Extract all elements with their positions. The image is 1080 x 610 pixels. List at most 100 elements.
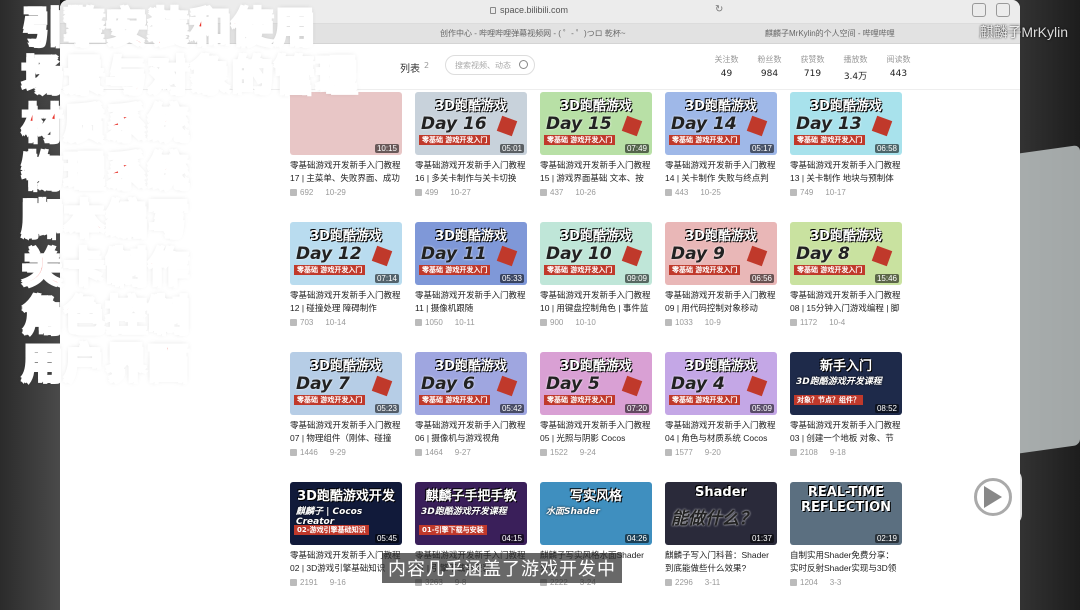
video-title[interactable]: 自制实用Shader免费分享：实时反射Shader实现与3D领域 bbox=[790, 549, 902, 575]
video-thumbnail[interactable]: 3D跑酷游戏 Day 16 零基础 游戏开发入门 05:01 bbox=[415, 92, 527, 155]
video-card[interactable]: 3D跑酷游戏 Day 6 零基础 游戏开发入门 05:42 零基础游戏开发新手入门教程0… bbox=[415, 352, 527, 457]
video-meta: 749 10-17 bbox=[790, 188, 902, 197]
video-title[interactable]: 零基础游戏开发新手入门教程16 | 多关卡制作与关卡切换 bbox=[415, 159, 527, 185]
video-title[interactable]: 零基础游戏开发新手入门教程08 | 15分钟入门游戏编程 | 脚 bbox=[790, 289, 902, 315]
video-thumbnail[interactable]: 新手入门 3D跑酷游戏开发课程 对象？节点？组件？ 08:52 bbox=[790, 352, 902, 415]
video-thumbnail[interactable]: 3D跑酷游戏 Day 15 零基础 游戏开发入门 07:49 bbox=[540, 92, 652, 155]
video-thumbnail[interactable]: Shader 能做什么？ 01:37 bbox=[665, 482, 777, 545]
video-thumbnail[interactable]: 3D跑酷游戏 Day 5 零基础 游戏开发入门 07:20 bbox=[540, 352, 652, 415]
address-bar[interactable]: space.bilibili.com bbox=[490, 5, 568, 15]
tab-creator-center[interactable]: 创作中心 - 哔哩哔哩弹幕视频网 - ( ゜- ゜)つロ 乾杯~ bbox=[440, 28, 690, 39]
video-card[interactable]: 3D跑酷游戏 Day 5 零基础 游戏开发入门 07:20 零基础游戏开发新手入门教程0… bbox=[540, 352, 652, 457]
overlay-line: 引擎安装和使用 bbox=[21, 4, 316, 52]
publish-date: 9-29 bbox=[329, 448, 346, 457]
video-card[interactable]: 3D跑酷游戏 Day 11 零基础 游戏开发入门 05:33 零基础游戏开发新手入门教程… bbox=[415, 222, 527, 327]
stat-label: 获赞数 bbox=[800, 55, 825, 64]
play-count: 2191 bbox=[300, 578, 318, 587]
video-card[interactable]: 3D跑酷游戏 Day 16 零基础 游戏开发入门 05:01 零基础游戏开发新手入门教程… bbox=[415, 92, 527, 197]
publish-date: 9-20 bbox=[704, 448, 721, 457]
play-count: 2296 bbox=[675, 578, 693, 587]
play-count-icon bbox=[415, 189, 422, 196]
video-meta: 1464 9-27 bbox=[415, 448, 527, 457]
video-card[interactable]: 3D跑酷游戏 Day 14 零基础 游戏开发入门 05:17 零基础游戏开发新手入门教程… bbox=[665, 92, 777, 197]
video-subtitle: 内容几乎涵盖了游戏开发中 bbox=[382, 553, 622, 583]
thumbnail-subtitle: 零基础 游戏开发入门 bbox=[669, 265, 741, 275]
video-title[interactable]: 零基础游戏开发新手入门教程11 | 摄像机跟随 bbox=[415, 289, 527, 315]
video-meta: 1050 10-11 bbox=[415, 318, 527, 327]
video-thumbnail[interactable]: 3D跑酷游戏 Day 4 零基础 游戏开发入门 05:09 bbox=[665, 352, 777, 415]
video-card[interactable]: 3D跑酷游戏 Day 15 零基础 游戏开发入门 07:49 零基础游戏开发新手入门教程… bbox=[540, 92, 652, 197]
play-count-icon bbox=[665, 579, 672, 586]
video-card[interactable]: 3D跑酷游戏 Day 10 零基础 游戏开发入门 09:09 零基础游戏开发新手入门教程… bbox=[540, 222, 652, 327]
stat-2[interactable]: 获赞数 719 bbox=[794, 54, 831, 82]
video-title[interactable]: 麒麟子写入门科普：Shader到底能做些什么效果? bbox=[665, 549, 777, 575]
video-card[interactable]: 3D跑酷游戏 Day 4 零基础 游戏开发入门 05:09 零基础游戏开发新手入门教程0… bbox=[665, 352, 777, 457]
thumbnail-title: REAL-TIME REFLECTION bbox=[800, 485, 892, 515]
video-thumbnail[interactable]: 3D跑酷游戏 Day 14 零基础 游戏开发入门 05:17 bbox=[665, 92, 777, 155]
thumbnail-title: Shader bbox=[695, 485, 747, 500]
video-card[interactable]: 新手入门 3D跑酷游戏开发课程 对象？节点？组件？ 08:52 零基础游戏开发新手入门教… bbox=[790, 352, 902, 457]
thumbnail-subtitle: 零基础 游戏开发入门 bbox=[544, 395, 616, 405]
thumbnail-day: Day 9 bbox=[671, 244, 725, 264]
video-duration: 15:46 bbox=[874, 274, 899, 283]
thumbnail-title: 3D跑酷游戏开发 bbox=[297, 489, 395, 504]
cube-graphic bbox=[746, 115, 768, 137]
stat-label: 播放数 bbox=[843, 55, 868, 64]
video-thumbnail[interactable]: 麒麟子手把手教 3D跑酷游戏开发课程 01-引擎下载与安装 04:15 bbox=[415, 482, 527, 545]
play-icon bbox=[984, 486, 1002, 508]
video-thumbnail[interactable]: 3D跑酷游戏 Day 6 零基础 游戏开发入门 05:42 bbox=[415, 352, 527, 415]
video-card[interactable]: Shader 能做什么？ 01:37 麒麟子写入门科普：Shader到底能做些什么效果… bbox=[665, 482, 777, 587]
video-card[interactable]: 3D跑酷游戏 Day 9 零基础 游戏开发入门 06:56 零基础游戏开发新手入门教程0… bbox=[665, 222, 777, 327]
thumbnail-day: 水面Shader bbox=[546, 507, 600, 517]
video-thumbnail[interactable]: 3D跑酷游戏开发 麒麟子 | Cocos Creator 02-游戏引擎基础知识 05… bbox=[290, 482, 402, 545]
video-meta: 2108 9-18 bbox=[790, 448, 902, 457]
video-thumbnail[interactable]: 3D跑酷游戏 Day 8 零基础 游戏开发入门 15:46 bbox=[790, 222, 902, 285]
video-thumbnail[interactable]: 3D跑酷游戏 Day 13 零基础 游戏开发入门 06:58 bbox=[790, 92, 902, 155]
video-title[interactable]: 零基础游戏开发新手入门教程13 | 关卡制作 地块与预制体 bbox=[790, 159, 902, 185]
video-title[interactable]: 零基础游戏开发新手入门教程07 | 物理组件（刚体、碰撞 bbox=[290, 419, 402, 445]
search-icon[interactable] bbox=[519, 60, 528, 69]
search-input[interactable]: 搜索视频、动态 bbox=[445, 55, 535, 75]
video-title[interactable]: 零基础游戏开发新手入门教程03 | 创建一个地板 对象、节 bbox=[790, 419, 902, 445]
play-count: 1522 bbox=[550, 448, 568, 457]
stat-value: 49 bbox=[720, 69, 733, 79]
overlay-line: 场景与对象的管理 bbox=[21, 52, 358, 100]
stat-3[interactable]: 播放数 3.4万 bbox=[837, 54, 874, 82]
video-title[interactable]: 零基础游戏开发新手入门教程04 | 角色与材质系统 Cocos bbox=[665, 419, 777, 445]
tab-user-space[interactable]: 麒麟子MrKylin的个人空间 - 哔哩哔哩 bbox=[765, 28, 945, 39]
thumbnail-day: Day 15 bbox=[546, 114, 612, 134]
stat-value: 719 bbox=[803, 69, 822, 79]
video-card[interactable]: 3D跑酷游戏 Day 13 零基础 游戏开发入门 06:58 零基础游戏开发新手入门教程… bbox=[790, 92, 902, 197]
video-title[interactable]: 零基础游戏开发新手入门教程10 | 用键盘控制角色 | 事件监 bbox=[540, 289, 652, 315]
thumbnail-subtitle: 零基础 游戏开发入门 bbox=[544, 135, 616, 145]
tab-list[interactable]: 列表 2 bbox=[400, 60, 429, 75]
cube-graphic bbox=[871, 245, 893, 267]
publish-date: 10-11 bbox=[454, 318, 475, 327]
video-title[interactable]: 零基础游戏开发新手入门教程05 | 光照与阴影 Cocos bbox=[540, 419, 652, 445]
video-thumbnail[interactable]: REAL-TIME REFLECTION 02:19 bbox=[790, 482, 902, 545]
video-title[interactable]: 零基础游戏开发新手入门教程14 | 关卡制作 失败与终点判定 bbox=[665, 159, 777, 185]
video-title[interactable]: 零基础游戏开发新手入门教程15 | 游戏界面基础 文本、按钮 bbox=[540, 159, 652, 185]
video-thumbnail[interactable]: 3D跑酷游戏 Day 9 零基础 游戏开发入门 06:56 bbox=[665, 222, 777, 285]
reload-icon[interactable]: ↻ bbox=[715, 4, 723, 15]
video-title[interactable]: 零基础游戏开发新手入门教程06 | 摄像机与游戏视角 bbox=[415, 419, 527, 445]
play-count: 1204 bbox=[800, 578, 818, 587]
video-thumbnail[interactable]: 写实风格 水面Shader 04:26 bbox=[540, 482, 652, 545]
video-thumbnail[interactable]: 3D跑酷游戏 Day 10 零基础 游戏开发入门 09:09 bbox=[540, 222, 652, 285]
thumbnail-title: 3D跑酷游戏 bbox=[560, 229, 632, 244]
video-thumbnail[interactable]: 3D跑酷游戏 Day 11 零基础 游戏开发入门 05:33 bbox=[415, 222, 527, 285]
share-icon[interactable] bbox=[972, 3, 986, 17]
stat-4[interactable]: 阅读数 443 bbox=[880, 54, 917, 82]
video-card[interactable]: 3D跑酷游戏 Day 8 零基础 游戏开发入门 15:46 零基础游戏开发新手入门教程0… bbox=[790, 222, 902, 327]
tabs-overview-icon[interactable] bbox=[996, 3, 1010, 17]
video-meta: 1033 10-9 bbox=[665, 318, 777, 327]
thumbnail-day: Day 13 bbox=[796, 114, 862, 134]
stat-0[interactable]: 关注数 49 bbox=[708, 54, 745, 82]
play-count-icon bbox=[540, 319, 547, 326]
video-title[interactable]: 零基础游戏开发新手入门教程09 | 用代码控制对象移动 bbox=[665, 289, 777, 315]
play-button[interactable] bbox=[964, 468, 1022, 526]
stat-1[interactable]: 粉丝数 984 bbox=[751, 54, 788, 82]
video-card[interactable]: REAL-TIME REFLECTION 02:19 自制实用Shader免费分享：… bbox=[790, 482, 902, 587]
thumbnail-subtitle: 对象？节点？组件？ bbox=[794, 395, 863, 405]
thumbnail-subtitle: 零基础 游戏开发入门 bbox=[419, 135, 491, 145]
